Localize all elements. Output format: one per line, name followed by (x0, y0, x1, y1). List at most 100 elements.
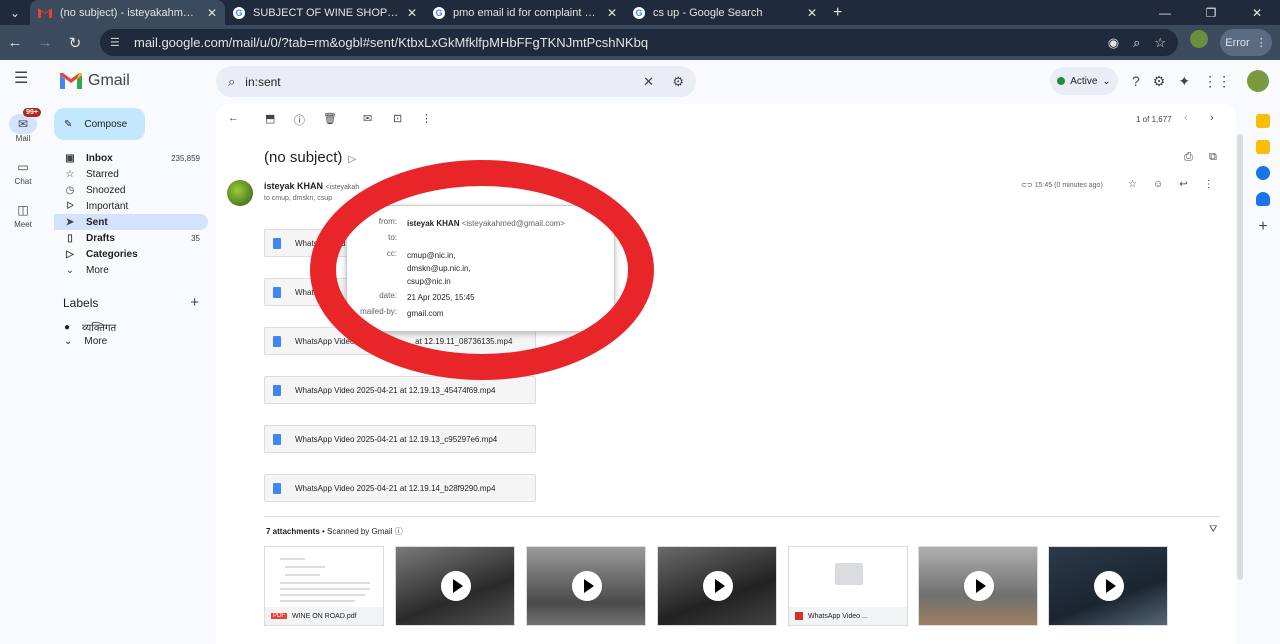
attachment-thumb-video-file[interactable]: WhatsApp Video ... (788, 546, 908, 626)
nav-item-sent[interactable]: ➤ Sent (54, 214, 208, 230)
attachment-chip[interactable]: WhatsApp Video 2025-04-21 at 12.19.13_c9… (264, 425, 536, 453)
close-window-icon[interactable]: ✕ (1234, 6, 1280, 20)
eye-icon[interactable]: ◉ (1108, 35, 1119, 51)
delete-icon[interactable]: 🗑 (323, 112, 337, 125)
recipients-line[interactable]: to cmup, dmskn, csup (264, 195, 332, 202)
label-item[interactable]: ● व्यक्तिगत (64, 320, 116, 335)
mail-search-box[interactable]: ⌕ in:sent ✕ ⚙ (216, 66, 696, 97)
keep-icon[interactable] (1256, 140, 1270, 154)
browser-tab-cs-up[interactable]: G cs up - Google Search ✕ (625, 0, 825, 25)
zoom-icon[interactable]: ⌕ (1133, 35, 1140, 51)
close-tab-icon[interactable]: ✕ (207, 6, 217, 20)
close-tab-icon[interactable]: ✕ (407, 6, 417, 20)
attachment-chip[interactable]: WhatsApp Video 2025-04-21 at 12.19.13_45… (264, 376, 536, 404)
nav-item-important[interactable]: ᐅ Important (54, 198, 208, 214)
labels-heading-text: Labels (63, 296, 99, 310)
archive-icon[interactable]: ⬒ (265, 112, 275, 125)
info-icon[interactable]: ⓘ (395, 527, 403, 536)
main-menu-icon[interactable]: ☰ (14, 71, 32, 87)
url-text[interactable]: mail.google.com/mail/u/0/?tab=rm&ogbl#se… (134, 35, 648, 50)
nav-item-starred[interactable]: ☆ Starred (54, 166, 208, 182)
address-bar[interactable]: ☰ mail.google.com/mail/u/0/?tab=rm&ogbl#… (100, 29, 1178, 56)
nav-item-more[interactable]: ⌄ More (54, 262, 208, 278)
browser-tab-pmo[interactable]: G pmo email id for complaint - G ✕ (425, 0, 625, 25)
browser-tab-gmail[interactable]: (no subject) - isteyakahmed@g ✕ (30, 0, 225, 25)
compose-button[interactable]: ✎ Compose (54, 108, 145, 140)
back-icon[interactable]: ← (0, 34, 30, 51)
site-info-icon[interactable]: ☰ (110, 36, 124, 49)
play-icon[interactable] (572, 571, 602, 601)
add-to-drive-icon[interactable]: ⛛ (1209, 524, 1217, 535)
scrollbar[interactable] (1237, 134, 1243, 580)
search-input[interactable]: in:sent (245, 75, 280, 89)
attachment-thumb-video[interactable] (918, 546, 1038, 626)
attachment-chip[interactable]: WhatsApp Video 2025-04-21 at 12.19.14_b2… (264, 474, 536, 502)
play-icon[interactable] (441, 571, 471, 601)
help-icon[interactable]: ? (1132, 73, 1140, 90)
app-rail: ✉ 99+ Mail ▭ Chat ◫ Meet (0, 104, 46, 243)
error-button[interactable]: Error ⋮ (1220, 29, 1272, 56)
search-options-icon[interactable]: ⚙ (672, 74, 684, 90)
nav-item-inbox[interactable]: ▣ Inbox 235,859 (54, 150, 208, 166)
forward-icon[interactable]: → (30, 34, 60, 51)
contacts-icon[interactable] (1256, 192, 1270, 206)
nav-item-categories[interactable]: ▷ Categories (54, 246, 208, 262)
attachment-thumb-pdf[interactable]: PDF WINE ON ROAD.pdf (264, 546, 384, 626)
labels-more[interactable]: ⌄ More (64, 336, 107, 347)
product-name: Gmail (88, 72, 130, 89)
back-to-list-icon[interactable]: ← (228, 112, 239, 124)
attachment-thumb-video[interactable] (657, 546, 777, 626)
tab-search-chevron-icon[interactable]: ⌄ (0, 0, 30, 25)
red-annotation-circle (310, 160, 654, 380)
newer-icon[interactable]: ‹ (1184, 112, 1188, 124)
close-tab-icon[interactable]: ✕ (607, 6, 617, 20)
nav-item-drafts[interactable]: ▯ Drafts 35 (54, 230, 208, 246)
print-icon[interactable]: ⎙ (1184, 151, 1193, 164)
tasks-icon[interactable] (1256, 166, 1270, 180)
nav-item-snoozed[interactable]: ◷ Snoozed (54, 182, 208, 198)
attachment-thumb-video[interactable] (395, 546, 515, 626)
play-icon[interactable] (964, 571, 994, 601)
attachment-thumb-video[interactable] (526, 546, 646, 626)
more-vert-icon[interactable]: ⋮ (421, 112, 432, 125)
move-to-icon[interactable]: ⊡ (393, 112, 402, 125)
gemini-sparkle-icon[interactable]: ✦ (1178, 73, 1190, 90)
rail-item-meet[interactable]: ◫ Meet (0, 200, 46, 229)
browser-profile-avatar[interactable] (1190, 30, 1208, 48)
emoji-react-icon[interactable]: ☺ (1153, 179, 1163, 190)
apps-grid-icon[interactable]: ⋮⋮ (1203, 73, 1231, 90)
browser-tab-wine-shop[interactable]: G SUBJECT OF WINE SHOP CLOSU ✕ (225, 0, 425, 25)
older-icon[interactable]: › (1210, 112, 1214, 124)
add-app-icon[interactable]: + (1246, 218, 1280, 236)
open-new-window-icon[interactable]: ⧉ (1209, 151, 1217, 164)
rail-label: Mail (15, 134, 31, 143)
rail-item-chat[interactable]: ▭ Chat (0, 157, 46, 186)
more-vert-icon[interactable]: ⋮ (1204, 179, 1214, 190)
status-dropdown[interactable]: Active ⌄ (1050, 67, 1118, 95)
mark-unread-icon[interactable]: ✉ (363, 112, 372, 125)
gmail-logo[interactable]: Gmail (60, 72, 130, 90)
report-spam-icon[interactable]: ⓘ (294, 112, 305, 128)
restore-icon[interactable]: ❐ (1188, 6, 1234, 20)
calendar-icon[interactable] (1256, 114, 1270, 128)
label-icon[interactable]: ▷ (348, 154, 356, 165)
attachment-thumb-video[interactable] (1048, 546, 1168, 626)
play-icon[interactable] (1094, 571, 1124, 601)
reload-icon[interactable]: ↻ (60, 34, 90, 52)
clear-search-icon[interactable]: ✕ (643, 74, 654, 90)
play-icon[interactable] (703, 571, 733, 601)
settings-gear-icon[interactable]: ⚙ (1153, 73, 1166, 90)
account-avatar[interactable] (1247, 70, 1269, 92)
search-icon[interactable]: ⌕ (228, 74, 235, 90)
star-icon[interactable]: ☆ (1128, 179, 1137, 190)
minimize-icon[interactable]: — (1142, 6, 1188, 20)
create-label-icon[interactable]: + (190, 294, 199, 311)
label-tag-icon: ● (64, 321, 71, 333)
new-tab-icon[interactable]: + (833, 4, 842, 22)
rail-item-mail[interactable]: ✉ 99+ Mail (0, 108, 46, 143)
nav-label: Sent (86, 216, 108, 228)
star-icon: ☆ (65, 168, 75, 180)
reply-icon[interactable]: ↩ (1179, 179, 1187, 190)
bookmark-star-icon[interactable]: ☆ (1154, 35, 1166, 51)
close-tab-icon[interactable]: ✕ (807, 6, 817, 20)
